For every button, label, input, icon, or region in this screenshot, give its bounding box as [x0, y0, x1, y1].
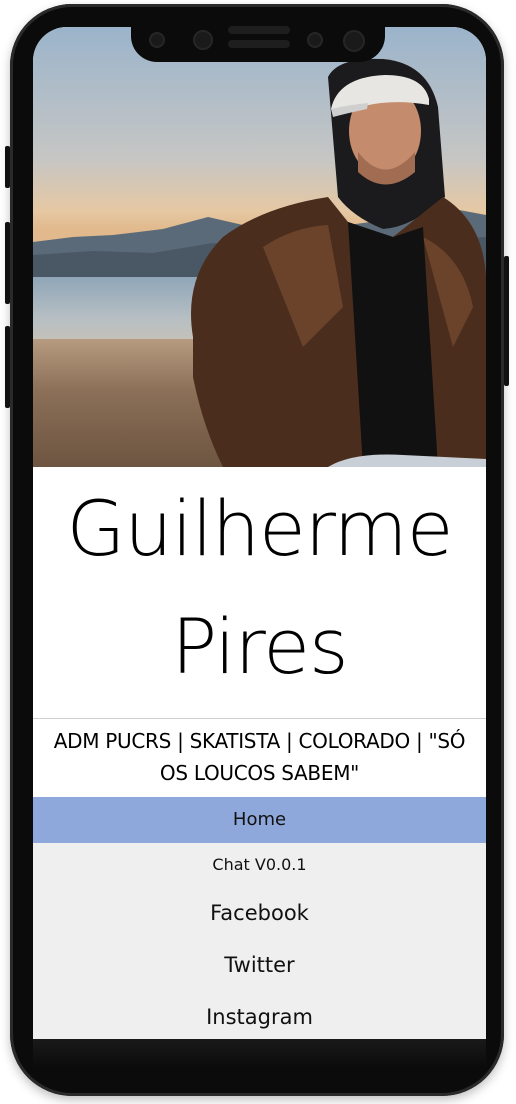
volume-down-button [5, 326, 10, 408]
power-button [504, 256, 509, 386]
bio-text: ADM PUCRS | SKATISTA | COLORADO | "SÓ OS… [53, 729, 466, 785]
sensor-icon [307, 32, 323, 48]
phone-notch [131, 18, 385, 62]
speaker-grille [228, 40, 290, 48]
page-title: Guilherme Pires [33, 467, 486, 718]
camera-icon [193, 30, 213, 50]
volume-up-button [5, 222, 10, 304]
first-name: Guilherme [66, 484, 454, 573]
person-silhouette [191, 58, 486, 467]
sensor-icon [149, 32, 165, 48]
nav-item-facebook[interactable]: Facebook [33, 887, 486, 939]
mute-switch [5, 146, 10, 188]
nav-item-twitter[interactable]: Twitter [33, 939, 486, 991]
screen: Guilherme Pires ADM PUCRS | SKATISTA | C… [33, 27, 486, 1039]
nav-menu: Home Chat V0.0.1 Facebook Twitter Instag… [33, 797, 486, 1039]
speaker-grille [228, 26, 290, 34]
nav-item-instagram[interactable]: Instagram [33, 991, 486, 1039]
last-name: Pires [171, 602, 348, 691]
nav-item-home[interactable]: Home [33, 797, 486, 843]
nav-item-chat[interactable]: Chat V0.0.1 [33, 843, 486, 887]
phone-bezel-bottom [33, 1039, 486, 1067]
profile-photo [33, 27, 486, 467]
camera-icon [343, 30, 365, 52]
